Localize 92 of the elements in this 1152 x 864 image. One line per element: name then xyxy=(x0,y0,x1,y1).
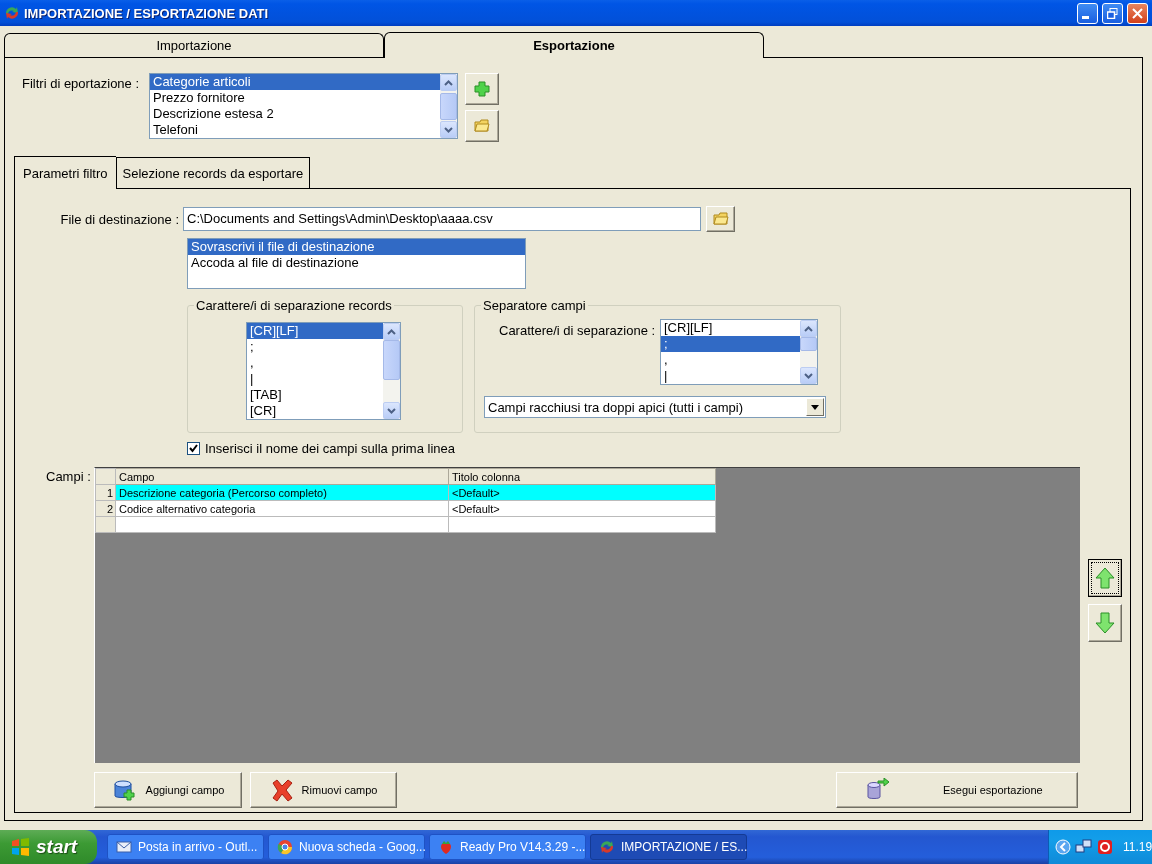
checkbox[interactable] xyxy=(187,442,200,455)
quoting-dropdown[interactable]: Campi racchiusi tra doppi apici (tutti i campi) xyxy=(484,396,826,418)
chevron-left-icon[interactable] xyxy=(1055,839,1071,855)
list-item[interactable]: Categorie articoli xyxy=(150,74,440,90)
field-label: Carattere/i di separazione : xyxy=(498,322,657,338)
chevron-down-icon xyxy=(387,407,396,414)
move-down-button[interactable] xyxy=(1088,604,1122,642)
taskbar-button[interactable]: Posta in arrivo - Outl... xyxy=(107,834,264,860)
export-button[interactable]: Esegui esportazione xyxy=(836,772,1078,808)
list-item[interactable]: [CR] xyxy=(247,403,383,419)
add-field-button[interactable]: Aggiungi campo xyxy=(94,772,242,808)
group-title: Carattere/i di separazione records xyxy=(195,298,393,313)
scroll-up-button[interactable] xyxy=(383,323,400,340)
scroll-down-button[interactable] xyxy=(383,402,400,419)
list-item[interactable]: Telefoni xyxy=(150,122,440,138)
scroll-down-button[interactable] xyxy=(800,367,817,384)
list-item[interactable]: ; xyxy=(247,339,383,355)
arrows-icon xyxy=(599,839,615,855)
browse-button[interactable] xyxy=(706,206,735,232)
down-arrow-icon xyxy=(1095,612,1115,634)
folder-icon xyxy=(474,119,490,133)
column-header[interactable]: Titolo colonna xyxy=(448,468,716,485)
file-path-field[interactable]: C:\Documents and Settings\Admin\Desktop\aaaa.csv xyxy=(183,207,701,231)
strawberry-icon xyxy=(438,839,454,855)
chevron-down-icon xyxy=(804,372,813,379)
start-button[interactable]: start xyxy=(0,830,97,864)
separator-list[interactable]: [CR][LF] ; , | xyxy=(660,319,818,385)
shield-icon[interactable] xyxy=(1097,839,1113,855)
table-cell[interactable]: <Default> xyxy=(448,500,716,517)
window-title: IMPORTAZIONE / ESPORTAZIONE DATI xyxy=(24,5,270,21)
close-icon xyxy=(1132,7,1143,19)
scroll-thumb[interactable] xyxy=(383,340,400,380)
field-label: File di destinazione : xyxy=(59,211,180,227)
taskbar-button[interactable]: IMPORTAZIONE / ES... xyxy=(590,834,747,860)
separator-list[interactable]: [CR][LF] ; , | [TAB] [CR] xyxy=(246,322,401,420)
clock: 11.19 xyxy=(1123,840,1152,854)
remove-field-button[interactable]: Rimuovi campo xyxy=(250,772,397,808)
list-item[interactable]: ; xyxy=(661,336,800,352)
list-item[interactable]: Descrizione estesa 2 xyxy=(150,106,440,122)
chevron-up-icon xyxy=(444,79,453,86)
caret-icon xyxy=(811,404,819,410)
filter-list[interactable]: Categorie articoli Prezzo fornitore Descrizione estesa 2 Telefoni xyxy=(149,73,458,139)
list-item[interactable]: , xyxy=(661,352,800,368)
list-item[interactable]: Sovrascrivi il file di destinazione xyxy=(188,239,525,255)
network-icon[interactable] xyxy=(1075,839,1093,855)
database-export-icon xyxy=(865,778,891,802)
database-add-icon xyxy=(111,778,138,802)
up-arrow-icon xyxy=(1095,567,1115,589)
windows-flag-icon xyxy=(10,837,30,857)
write-mode-list[interactable]: Sovrascrivi il file di destinazione Accoda al file di destinazione xyxy=(187,238,526,289)
plus-icon xyxy=(474,81,490,97)
list-item[interactable]: | xyxy=(247,371,383,387)
table-cell[interactable]: Codice alternativo categoria xyxy=(115,500,449,517)
tab[interactable]: Selezione records da esportare xyxy=(115,157,311,188)
minimize-button[interactable] xyxy=(1077,2,1098,24)
app-icon xyxy=(4,5,20,21)
scroll-thumb[interactable] xyxy=(800,337,817,351)
scroll-thumb[interactable] xyxy=(440,93,457,120)
scroll-up-button[interactable] xyxy=(440,74,457,91)
list-item[interactable]: [CR][LF] xyxy=(247,323,383,339)
checkbox-label: Inserisci il nome dei campi sulla prima linea xyxy=(205,441,455,456)
field-label: Campi : xyxy=(45,468,92,486)
list-item[interactable]: Accoda al file di destinazione xyxy=(188,255,525,271)
scroll-up-button[interactable] xyxy=(800,320,817,337)
taskbar-button[interactable]: Ready Pro V14.3.29 -... xyxy=(429,834,586,860)
chevron-up-icon xyxy=(387,328,396,335)
close-button[interactable] xyxy=(1127,2,1148,24)
list-item[interactable]: Prezzo fornitore xyxy=(150,90,440,106)
column-header[interactable]: Campo xyxy=(115,468,449,485)
list-item[interactable]: [TAB] xyxy=(247,387,383,403)
list-item[interactable]: | xyxy=(661,368,800,384)
chevron-up-icon xyxy=(804,325,813,332)
list-item[interactable]: , xyxy=(247,355,383,371)
scroll-down-button[interactable] xyxy=(440,121,457,138)
browser-icon xyxy=(277,839,293,855)
add-filter-button[interactable] xyxy=(465,73,499,105)
chevron-down-icon xyxy=(444,126,453,133)
envelope-icon xyxy=(116,839,132,855)
open-filter-button[interactable] xyxy=(465,110,499,142)
tab[interactable]: Parametri filtro xyxy=(14,156,116,189)
move-up-button[interactable] xyxy=(1088,559,1122,597)
group-title: Separatore campi xyxy=(482,298,587,313)
minimize-icon xyxy=(1082,15,1089,19)
tab[interactable]: Esportazione xyxy=(384,32,764,58)
folder-icon xyxy=(712,212,729,226)
list-item[interactable]: [CR][LF] xyxy=(661,320,800,336)
restore-icon xyxy=(1107,7,1118,19)
checkmark-icon xyxy=(189,444,198,453)
field-label: Filtri di eportazione : xyxy=(22,75,141,91)
taskbar-button[interactable]: Nuova scheda - Goog... xyxy=(268,834,425,860)
restore-button[interactable] xyxy=(1102,2,1123,24)
tab[interactable]: Importazione xyxy=(4,33,384,57)
